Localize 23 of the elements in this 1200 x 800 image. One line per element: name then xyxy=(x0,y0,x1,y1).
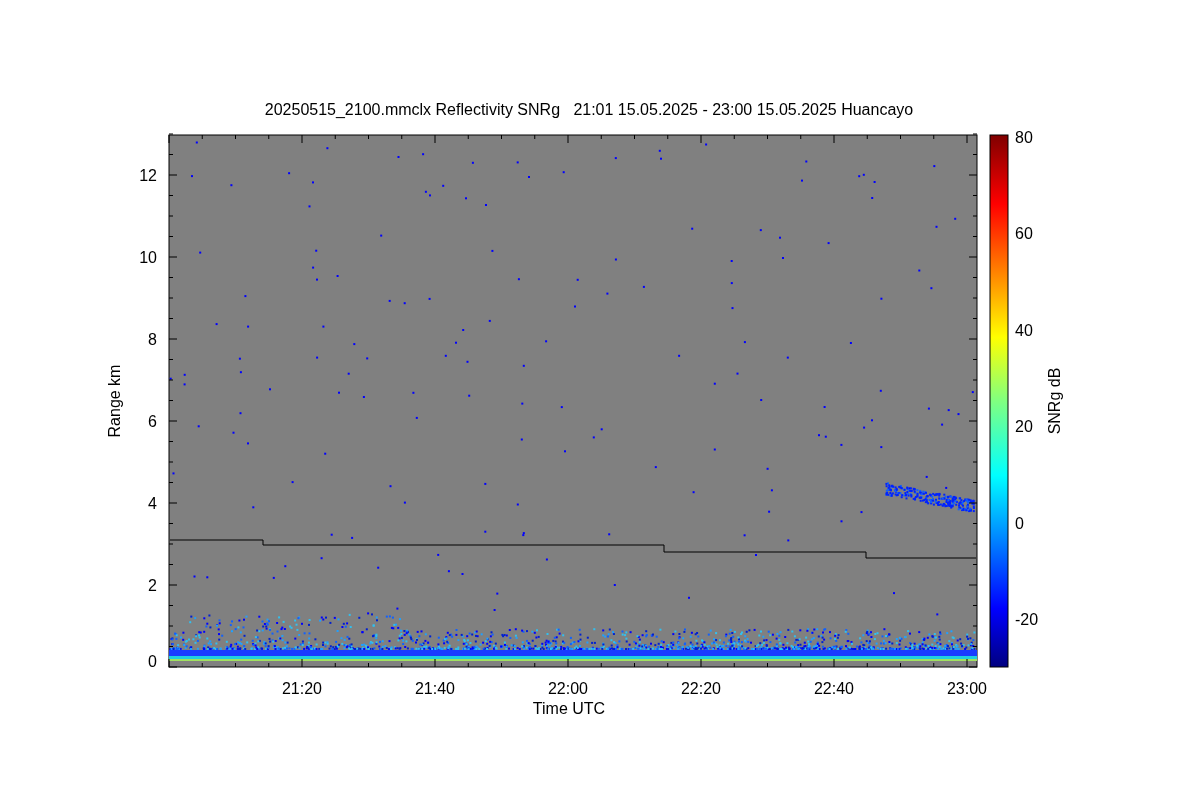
y-tick-label: 10 xyxy=(139,249,157,266)
y-tick-label: 6 xyxy=(148,413,157,430)
colorbar-tick-label: 40 xyxy=(1015,321,1033,339)
x-axis-label: Time UTC xyxy=(532,700,606,717)
y-tick-label: 12 xyxy=(139,167,157,184)
x-tick-label: 23:00 xyxy=(947,680,987,697)
x-tick-label: 22:00 xyxy=(548,680,588,697)
colorbar-tick-label: 80 xyxy=(1015,128,1033,146)
y-tick-label: 0 xyxy=(148,653,157,670)
colorbar-label: SNRg dB xyxy=(1046,367,1063,435)
plot-title: 20250515_2100.mmclx Reflectivity SNRg 21:01 15.05.2025 - 23:00 15.05.2025 Huancayo xyxy=(264,101,914,118)
x-tick-label: 22:20 xyxy=(681,680,721,697)
y-tick-label: 8 xyxy=(148,331,157,348)
y-tick-label: 4 xyxy=(148,495,157,512)
x-tick-label: 21:20 xyxy=(282,680,322,697)
colorbar-tick-label: -20 xyxy=(1015,611,1039,628)
x-tick-label: 21:40 xyxy=(415,680,455,697)
x-tick-label: 22:40 xyxy=(814,680,854,697)
y-tick-label: 2 xyxy=(148,577,157,594)
y-axis-label: Range km xyxy=(106,364,123,438)
colorbar-tick-label: 0 xyxy=(1015,514,1024,532)
colorbar-tick-label: 20 xyxy=(1015,418,1033,435)
colorbar-tick-label: 60 xyxy=(1015,225,1033,242)
